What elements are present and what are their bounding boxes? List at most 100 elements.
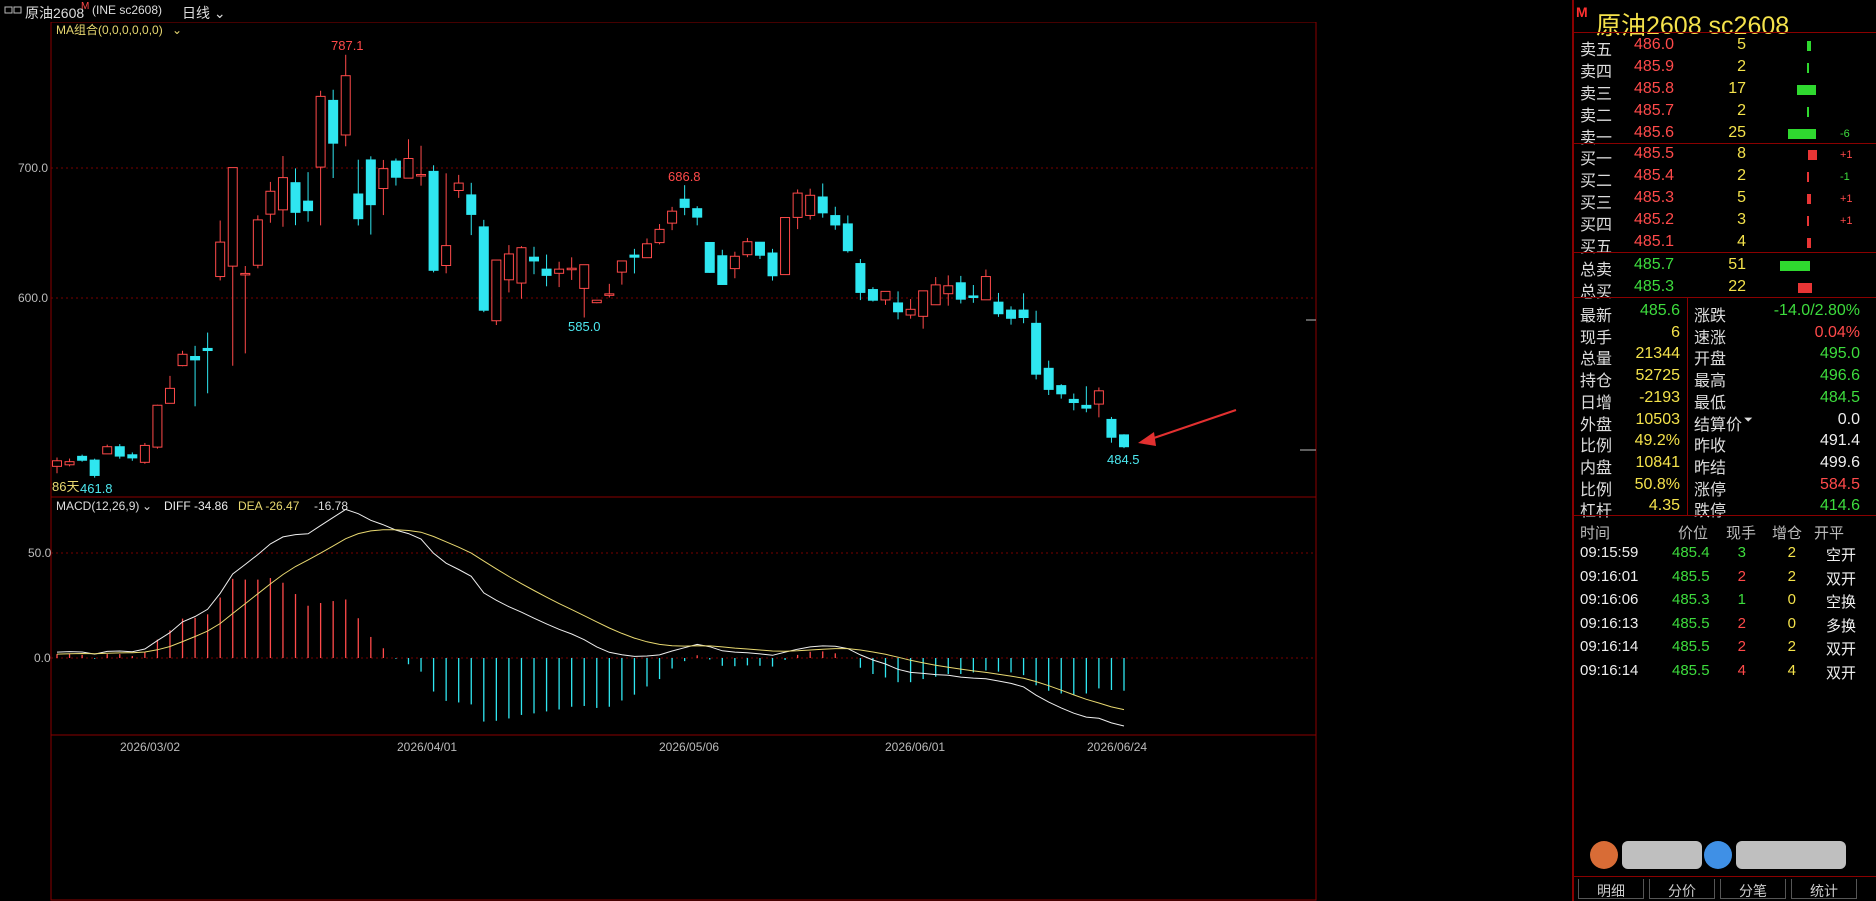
level-delta: -1 <box>1840 171 1850 183</box>
candle-body <box>980 276 991 301</box>
candle-body <box>629 254 640 258</box>
last-low-annotation: 484.5 <box>1107 452 1140 467</box>
symbol-marker: M <box>81 1 90 12</box>
volume-bar <box>1807 194 1811 204</box>
candle-body <box>742 241 753 256</box>
total-price: 485.3 <box>1634 278 1675 295</box>
stat-value: 484.5 <box>1819 388 1860 406</box>
kline-chart[interactable]: 700.0 600.0 50.0 0.0 MA组合(0,0,0,0,0,0) ⌄… <box>0 22 1570 901</box>
candle-body <box>152 404 163 448</box>
candle-body <box>692 208 703 218</box>
panel-tab[interactable]: 分价 <box>1649 879 1715 899</box>
candle-body <box>441 245 452 266</box>
total-bar <box>1798 283 1812 293</box>
candle-body <box>353 193 364 220</box>
macd-indicator-label[interactable]: MACD(12,26,9) <box>56 499 139 513</box>
candle-body <box>1081 404 1092 409</box>
candle-body <box>867 289 878 301</box>
candle-body <box>77 455 88 461</box>
tick-row: 09:16:14 485.5 4 4 双开 <box>1574 659 1876 685</box>
candle-body <box>654 228 665 244</box>
candle-body <box>679 198 690 208</box>
candle-body <box>1068 398 1079 404</box>
candle-body <box>604 293 615 296</box>
ticks-header-cell: 现手 <box>1726 525 1757 542</box>
level-delta: +1 <box>1840 193 1853 205</box>
candle-body <box>453 182 464 191</box>
chevron-down-icon: ⌄ <box>210 5 226 21</box>
stat-value: 495.0 <box>1819 345 1860 363</box>
panel-tab[interactable]: 统计 <box>1791 879 1857 899</box>
level-price: 485.4 <box>1634 167 1675 184</box>
candle-body <box>303 200 314 212</box>
macd-lines <box>56 508 1125 727</box>
chevron-down-icon[interactable]: ⌄ <box>172 23 182 37</box>
level-qty: 3 <box>1737 211 1746 228</box>
level-price: 485.3 <box>1634 189 1675 206</box>
candle-body <box>529 256 540 262</box>
price-tick: 600.0 <box>18 291 48 305</box>
candle-body <box>164 387 175 404</box>
volume-bar <box>1807 107 1809 117</box>
panel-tab[interactable]: 明细 <box>1578 879 1644 899</box>
level-qty: 4 <box>1737 233 1746 250</box>
candle-body <box>893 302 904 313</box>
panel-tab[interactable]: 分笔 <box>1720 879 1786 899</box>
ticks-header-cell: 增仓 <box>1772 525 1803 542</box>
level-price: 485.1 <box>1634 233 1675 250</box>
stat-value: 584.5 <box>1819 475 1860 493</box>
tick-type: 空开 <box>1826 547 1857 564</box>
candle-body <box>1093 390 1104 405</box>
candle-body <box>416 174 427 177</box>
total-price: 485.7 <box>1634 256 1675 273</box>
level-price: 485.8 <box>1634 80 1675 97</box>
stat-value: 414.6 <box>1819 497 1860 515</box>
candle-body <box>215 241 226 278</box>
candle-body <box>729 255 740 270</box>
volume-bar <box>1807 238 1811 248</box>
candle-body <box>1018 309 1029 318</box>
date-label: 2026/04/01 <box>397 740 457 754</box>
low-annotation: 585.0 <box>568 319 601 334</box>
candle-body <box>817 196 828 214</box>
candles-group <box>52 54 1129 478</box>
macd-diff-value: DIFF -34.86 <box>164 499 228 513</box>
level-qty: 5 <box>1737 189 1746 206</box>
candle-body <box>717 255 728 285</box>
tick-add: 0 <box>1787 591 1796 608</box>
candle-body <box>955 282 966 300</box>
window-icon[interactable] <box>4 4 22 19</box>
start-low-annotation: 461.8 <box>80 481 113 496</box>
tick-add: 2 <box>1787 567 1796 585</box>
candle-body <box>842 223 853 252</box>
candle-body <box>1031 322 1042 375</box>
chevron-down-icon[interactable]: ⌄ <box>142 499 152 513</box>
total-qty: 51 <box>1728 256 1746 273</box>
candle-body <box>943 285 954 295</box>
level-qty: 2 <box>1737 58 1746 75</box>
period-dropdown[interactable]: 日线 ⌄ <box>182 3 226 23</box>
candle-body <box>252 219 263 266</box>
chevron-down-icon[interactable]: ⏷ <box>1744 414 1753 427</box>
level-price: 486.0 <box>1634 36 1675 53</box>
level-price: 485.7 <box>1634 102 1675 119</box>
candle-body <box>566 267 577 271</box>
tick-row: 09:16:14 485.5 2 2 双开 <box>1574 635 1876 661</box>
candle-body <box>390 160 401 178</box>
candle-body <box>478 226 489 311</box>
candle-body <box>315 95 326 168</box>
candle-body <box>378 168 389 190</box>
date-label: 2026/03/02 <box>120 740 180 754</box>
level-price: 485.2 <box>1634 211 1675 228</box>
level-qty: 2 <box>1737 102 1746 119</box>
candle-body <box>905 308 916 316</box>
candle-body <box>579 264 590 289</box>
candle-body <box>830 215 841 226</box>
macd-tick: 0.0 <box>34 651 51 665</box>
tick-type: 双开 <box>1826 570 1857 588</box>
candle-body <box>1006 309 1017 319</box>
candle-body <box>880 290 891 301</box>
ticks-header-cell: 价位 <box>1678 525 1709 542</box>
ma-indicator-label[interactable]: MA组合(0,0,0,0,0,0) <box>56 22 163 37</box>
diff-line <box>56 508 1125 727</box>
